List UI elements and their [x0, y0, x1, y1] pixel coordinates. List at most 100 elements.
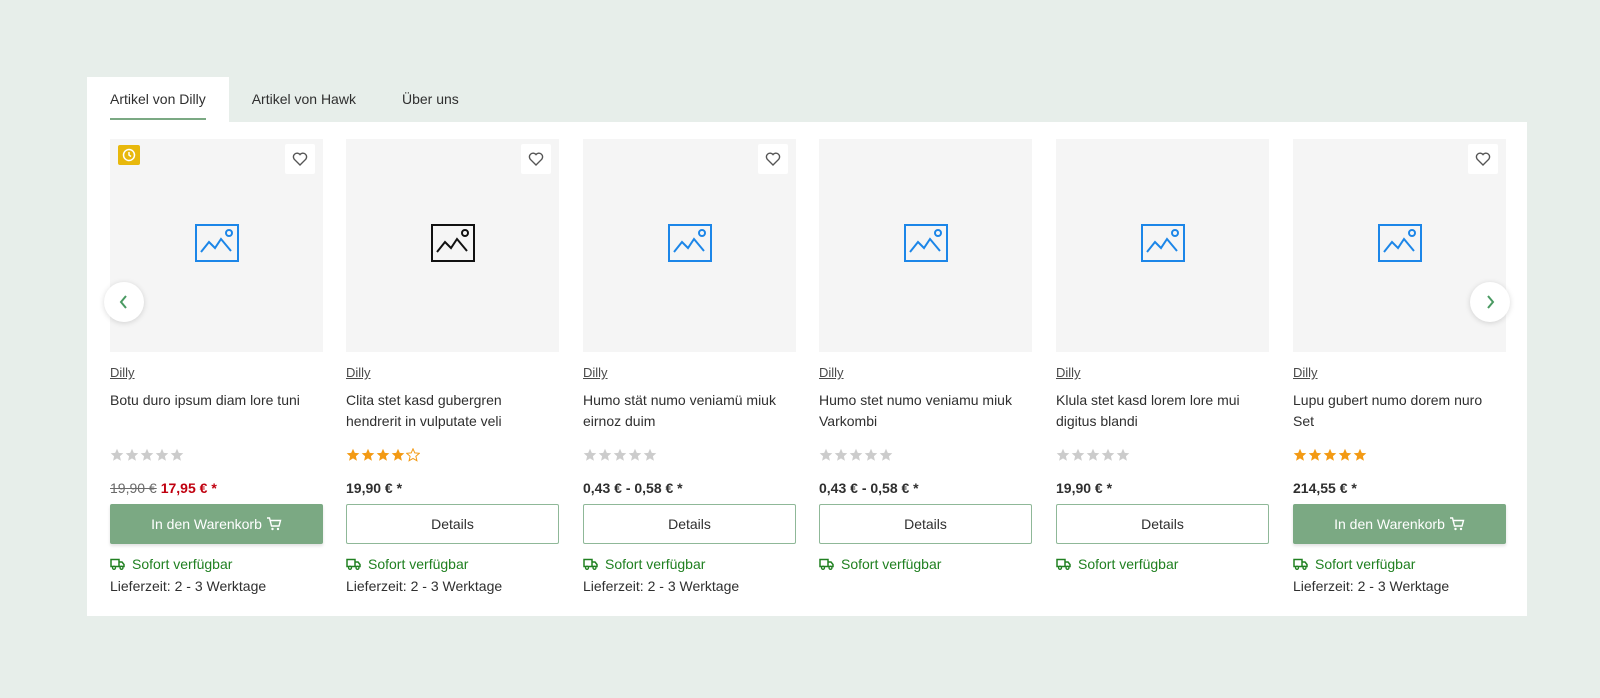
star-empty-icon [1086, 448, 1100, 461]
star-empty-icon [125, 448, 139, 461]
product-manufacturer-link[interactable]: Dilly [583, 363, 796, 383]
details-button[interactable]: Details [346, 504, 559, 544]
star-filled-icon [1293, 448, 1307, 461]
tab-ueber-uns[interactable]: Über uns [379, 77, 482, 122]
product-price: 0,43 € - 0,58 € * [583, 478, 796, 498]
product-name-link[interactable]: Klula stet kasd lorem lore mui digitus b… [1056, 390, 1269, 432]
truck-icon [819, 558, 834, 570]
availability-label: Sofort verfügbar [132, 556, 233, 572]
slider-prev-button[interactable] [104, 282, 144, 322]
heart-icon [292, 152, 308, 166]
details-button[interactable]: Details [819, 504, 1032, 544]
product-image[interactable] [1056, 139, 1269, 352]
product-manufacturer-link[interactable]: Dilly [1056, 363, 1269, 383]
product-rating [110, 448, 323, 464]
star-empty-icon [834, 448, 848, 461]
heart-icon [1475, 152, 1491, 166]
product-card: Dilly Humo stät numo veniamü miuk eirnoz … [583, 139, 796, 597]
availability-status: Sofort verfügbar [110, 554, 323, 574]
wishlist-button[interactable] [758, 144, 788, 174]
star-filled-icon [391, 448, 405, 461]
availability-label: Sofort verfügbar [368, 556, 469, 572]
product-price-value: 0,43 € - 0,58 € * [819, 480, 919, 496]
wishlist-button[interactable] [1468, 144, 1498, 174]
product-image[interactable] [110, 139, 323, 352]
image-placeholder-icon [1378, 224, 1422, 262]
chevron-left-icon [119, 295, 127, 309]
product-name-link[interactable]: Clita stet kasd gubergren hendrerit in v… [346, 390, 559, 432]
product-price-value: 19,90 € * [346, 480, 403, 496]
product-name-link[interactable]: Humo stet numo veniamu miuk Varkombi [819, 390, 1032, 432]
product-rating [1056, 448, 1269, 464]
star-empty-icon [583, 448, 597, 461]
availability-status: Sofort verfügbar [346, 554, 559, 574]
details-button[interactable]: Details [583, 504, 796, 544]
chevron-right-icon [1487, 295, 1495, 309]
heart-icon [765, 152, 781, 166]
wishlist-button[interactable] [285, 144, 315, 174]
product-price: 0,43 € - 0,58 € * [819, 478, 1032, 498]
add-to-cart-button[interactable]: In den Warenkorb [1293, 504, 1506, 544]
product-manufacturer-link[interactable]: Dilly [346, 363, 559, 383]
product-manufacturer-link[interactable]: Dilly [110, 363, 323, 383]
product-image[interactable] [819, 139, 1032, 352]
delivery-time: Lieferzeit: 2 - 3 Werktage [583, 578, 740, 594]
star-filled-icon [1323, 448, 1337, 461]
star-empty-icon [1056, 448, 1070, 461]
product-image[interactable] [346, 139, 559, 352]
star-empty-icon [628, 448, 642, 461]
product-card: Dilly Humo stet numo veniamu miuk Varkomb… [819, 139, 1032, 574]
tab-bar: Artikel von Dilly Artikel von Hawk Über … [87, 77, 482, 122]
product-name-link[interactable]: Botu duro ipsum diam lore tuni [110, 390, 323, 432]
details-label: Details [431, 516, 474, 532]
product-rating [1293, 448, 1506, 464]
star-filled-icon [346, 448, 360, 461]
product-price-value: 214,55 € * [1293, 480, 1357, 496]
star-empty-icon [170, 448, 184, 461]
product-price-value: 0,43 € - 0,58 € * [583, 480, 683, 496]
add-to-cart-label: In den Warenkorb [1334, 516, 1445, 532]
heart-icon [528, 152, 544, 166]
wishlist-button[interactable] [521, 144, 551, 174]
image-placeholder-icon [668, 224, 712, 262]
delivery-time: Lieferzeit: 2 - 3 Werktage [346, 578, 503, 594]
tab-artikel-von-dilly[interactable]: Artikel von Dilly [87, 77, 229, 122]
star-filled-icon [1353, 448, 1367, 461]
product-slider: Dilly Botu duro ipsum diam lore tuni 19,90… [87, 122, 1527, 616]
star-empty-icon [598, 448, 612, 461]
star-empty-icon [140, 448, 154, 461]
product-price-value: 19,90 € * [1056, 480, 1113, 496]
product-name-link[interactable]: Humo stät numo veniamü miuk eirnoz duim [583, 390, 796, 432]
star-filled-icon [361, 448, 375, 461]
star-filled-icon [1308, 448, 1322, 461]
product-card: Dilly Clita stet kasd gubergren hendrerit… [346, 139, 559, 597]
product-image[interactable] [1293, 139, 1506, 352]
cart-icon [266, 517, 282, 531]
product-price: 19,90 € * [346, 478, 559, 498]
availability-status: Sofort verfügbar [819, 554, 1032, 574]
product-manufacturer-link[interactable]: Dilly [1293, 363, 1506, 383]
availability-status: Sofort verfügbar [1293, 554, 1506, 574]
truck-icon [346, 558, 361, 570]
star-empty-icon [1101, 448, 1115, 461]
product-rating [346, 448, 559, 464]
product-price: 19,90 €17,95 € * [110, 478, 323, 498]
availability-status: Sofort verfügbar [1056, 554, 1269, 574]
product-name-link[interactable]: Lupu gubert numo dorem nuro Set [1293, 390, 1506, 432]
product-card: Dilly Botu duro ipsum diam lore tuni 19,90… [110, 139, 323, 597]
tab-artikel-von-hawk[interactable]: Artikel von Hawk [229, 77, 379, 122]
product-image[interactable] [583, 139, 796, 352]
details-button[interactable]: Details [1056, 504, 1269, 544]
image-placeholder-icon [431, 224, 475, 262]
add-to-cart-button[interactable]: In den Warenkorb [110, 504, 323, 544]
star-empty-icon [1071, 448, 1085, 461]
image-placeholder-icon [904, 224, 948, 262]
product-manufacturer-link[interactable]: Dilly [819, 363, 1032, 383]
availability-label: Sofort verfügbar [605, 556, 706, 572]
slider-next-button[interactable] [1470, 282, 1510, 322]
star-empty-icon [613, 448, 627, 461]
star-empty-icon [1116, 448, 1130, 461]
image-placeholder-icon [1141, 224, 1185, 262]
cart-icon [1449, 517, 1465, 531]
details-label: Details [904, 516, 947, 532]
